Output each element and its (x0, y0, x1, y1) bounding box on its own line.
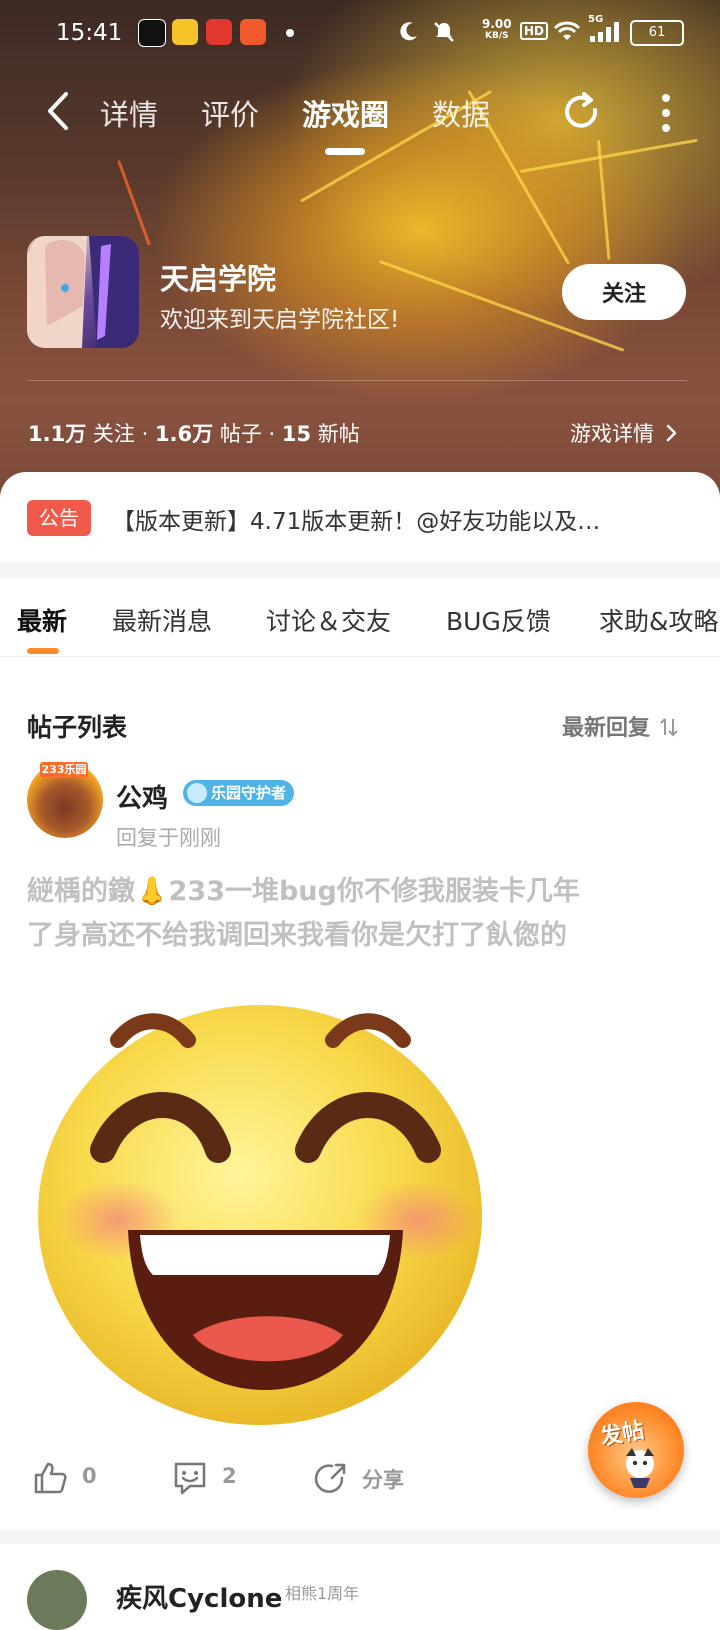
tab-data[interactable]: 数据 (432, 92, 490, 134)
battery-indicator: 61 (630, 20, 684, 46)
game-welcome-text: 欢迎来到天启学院社区! (160, 307, 400, 333)
new-posts-label: 新帖 (317, 422, 360, 446)
more-options-icon[interactable] (656, 90, 676, 136)
guardian-badge-label: 乐园守护者 (211, 784, 287, 802)
app-notification-icon (240, 19, 266, 45)
guardian-badge: 乐园守护者 (183, 780, 295, 806)
hd-indicator: HD (520, 22, 549, 40)
back-arrow-icon[interactable] (38, 86, 78, 136)
comment-count: 2 (222, 1464, 237, 1488)
game-character-art (27, 236, 139, 348)
reply-time: 回复于刚刚 (116, 826, 221, 850)
stats-separator: · (268, 422, 282, 446)
community-stats: 1.1万 关注 · 1.6万 帖子 · 15 新帖 (28, 418, 360, 448)
next-author-badge: 相熊1周年 (285, 1584, 360, 1603)
sort-label: 最新回复 (562, 716, 651, 741)
posts-label: 帖子 (219, 422, 262, 446)
top-navigation: 详情 评价 游戏圈 数据 (0, 82, 720, 162)
tab-bug-feedback[interactable]: BUG反馈 (446, 602, 551, 638)
author-name[interactable]: 公鸡 (116, 778, 168, 815)
status-time: 15:41 (56, 20, 123, 46)
tab-game-circle[interactable]: 游戏圈 (302, 92, 389, 134)
game-icon[interactable] (27, 236, 139, 348)
active-category-indicator (27, 648, 59, 654)
announcement-text: 【版本更新】4.71版本更新！@好友功能以及… (112, 509, 601, 535)
post-list-heading: 帖子列表 (27, 713, 128, 742)
game-detail-label: 游戏详情 (570, 422, 654, 446)
avatar-frame-badge: 233乐园 (40, 762, 88, 778)
follow-button[interactable]: 关注 (562, 264, 686, 320)
new-posts-count: 15 (281, 422, 312, 446)
tab-help-guides[interactable]: 求助&攻略 (599, 602, 719, 638)
comment-icon[interactable] (170, 1458, 210, 1498)
network-speed: 9.00 KB/S (482, 18, 512, 42)
game-title: 天启学院 (160, 262, 277, 296)
tiktok-icon (138, 19, 166, 47)
tab-details[interactable]: 详情 (100, 92, 158, 134)
status-bar: 15:41 9.00 KB/S HD 5G 61 (0, 0, 720, 62)
network-speed-value: 9.00 (482, 17, 512, 31)
signal-icon (590, 22, 619, 42)
next-author-name[interactable]: 疾风Cyclone (116, 1578, 282, 1615)
share-icon[interactable] (310, 1458, 350, 1498)
post-content-line: 縌楀的鐓👃233一堆bug你不修我服装卡几年 (27, 876, 580, 907)
followers-count: 1.1万 (28, 422, 87, 446)
flare-decoration (117, 160, 151, 246)
announcement-tag: 公告 (27, 500, 91, 536)
posts-count: 1.6万 (154, 422, 214, 446)
tab-reviews[interactable]: 评价 (201, 92, 259, 134)
next-author-avatar[interactable] (27, 1570, 87, 1630)
mascot-icon (626, 1448, 654, 1488)
followers-label: 关注 (92, 422, 135, 446)
laughing-emoji-image (38, 1005, 482, 1425)
announcement-row[interactable]: 公告 【版本更新】4.71版本更新！@好友功能以及… (0, 472, 720, 562)
stats-separator: · (141, 422, 155, 446)
share-refresh-icon[interactable] (562, 92, 602, 132)
active-tab-indicator (325, 148, 365, 155)
post-image[interactable] (28, 970, 503, 1460)
post-content[interactable]: 縌楀的鐓👃233一堆bug你不修我服装卡几年 了身高还不给我调回来我看你是欠打了… (27, 870, 687, 958)
like-count: 0 (82, 1464, 97, 1488)
header-divider (27, 380, 687, 381)
tab-latest-news[interactable]: 最新消息 (112, 602, 212, 638)
more-notifications-dot (286, 29, 294, 37)
mute-bell-icon (434, 22, 454, 42)
post-separator (0, 1530, 720, 1544)
share-label[interactable]: 分享 (362, 1464, 404, 1494)
sort-selector[interactable]: 最新回复 (562, 710, 680, 742)
sort-icon (659, 718, 678, 737)
create-post-button[interactable]: 发帖 (588, 1402, 684, 1498)
guardian-mascot-icon (187, 783, 207, 803)
post-content-line: 了身高还不给我调回来我看你是欠打了飤偬的 (27, 920, 567, 951)
tab-latest[interactable]: 最新 (17, 602, 67, 638)
taobao-icon (206, 19, 232, 45)
game-detail-link[interactable]: 游戏详情 (570, 418, 679, 448)
category-tabs: 最新 最新消息 讨论＆交友 BUG反馈 求助&攻略 (0, 578, 720, 657)
section-spacer (0, 562, 720, 578)
moon-icon (400, 22, 417, 41)
app-notification-icon (172, 19, 198, 45)
like-icon[interactable] (30, 1458, 70, 1498)
tab-discussion[interactable]: 讨论＆交友 (266, 602, 391, 638)
chevron-right-icon (666, 424, 676, 442)
wifi-icon (553, 21, 581, 40)
network-speed-unit: KB/S (485, 31, 509, 41)
